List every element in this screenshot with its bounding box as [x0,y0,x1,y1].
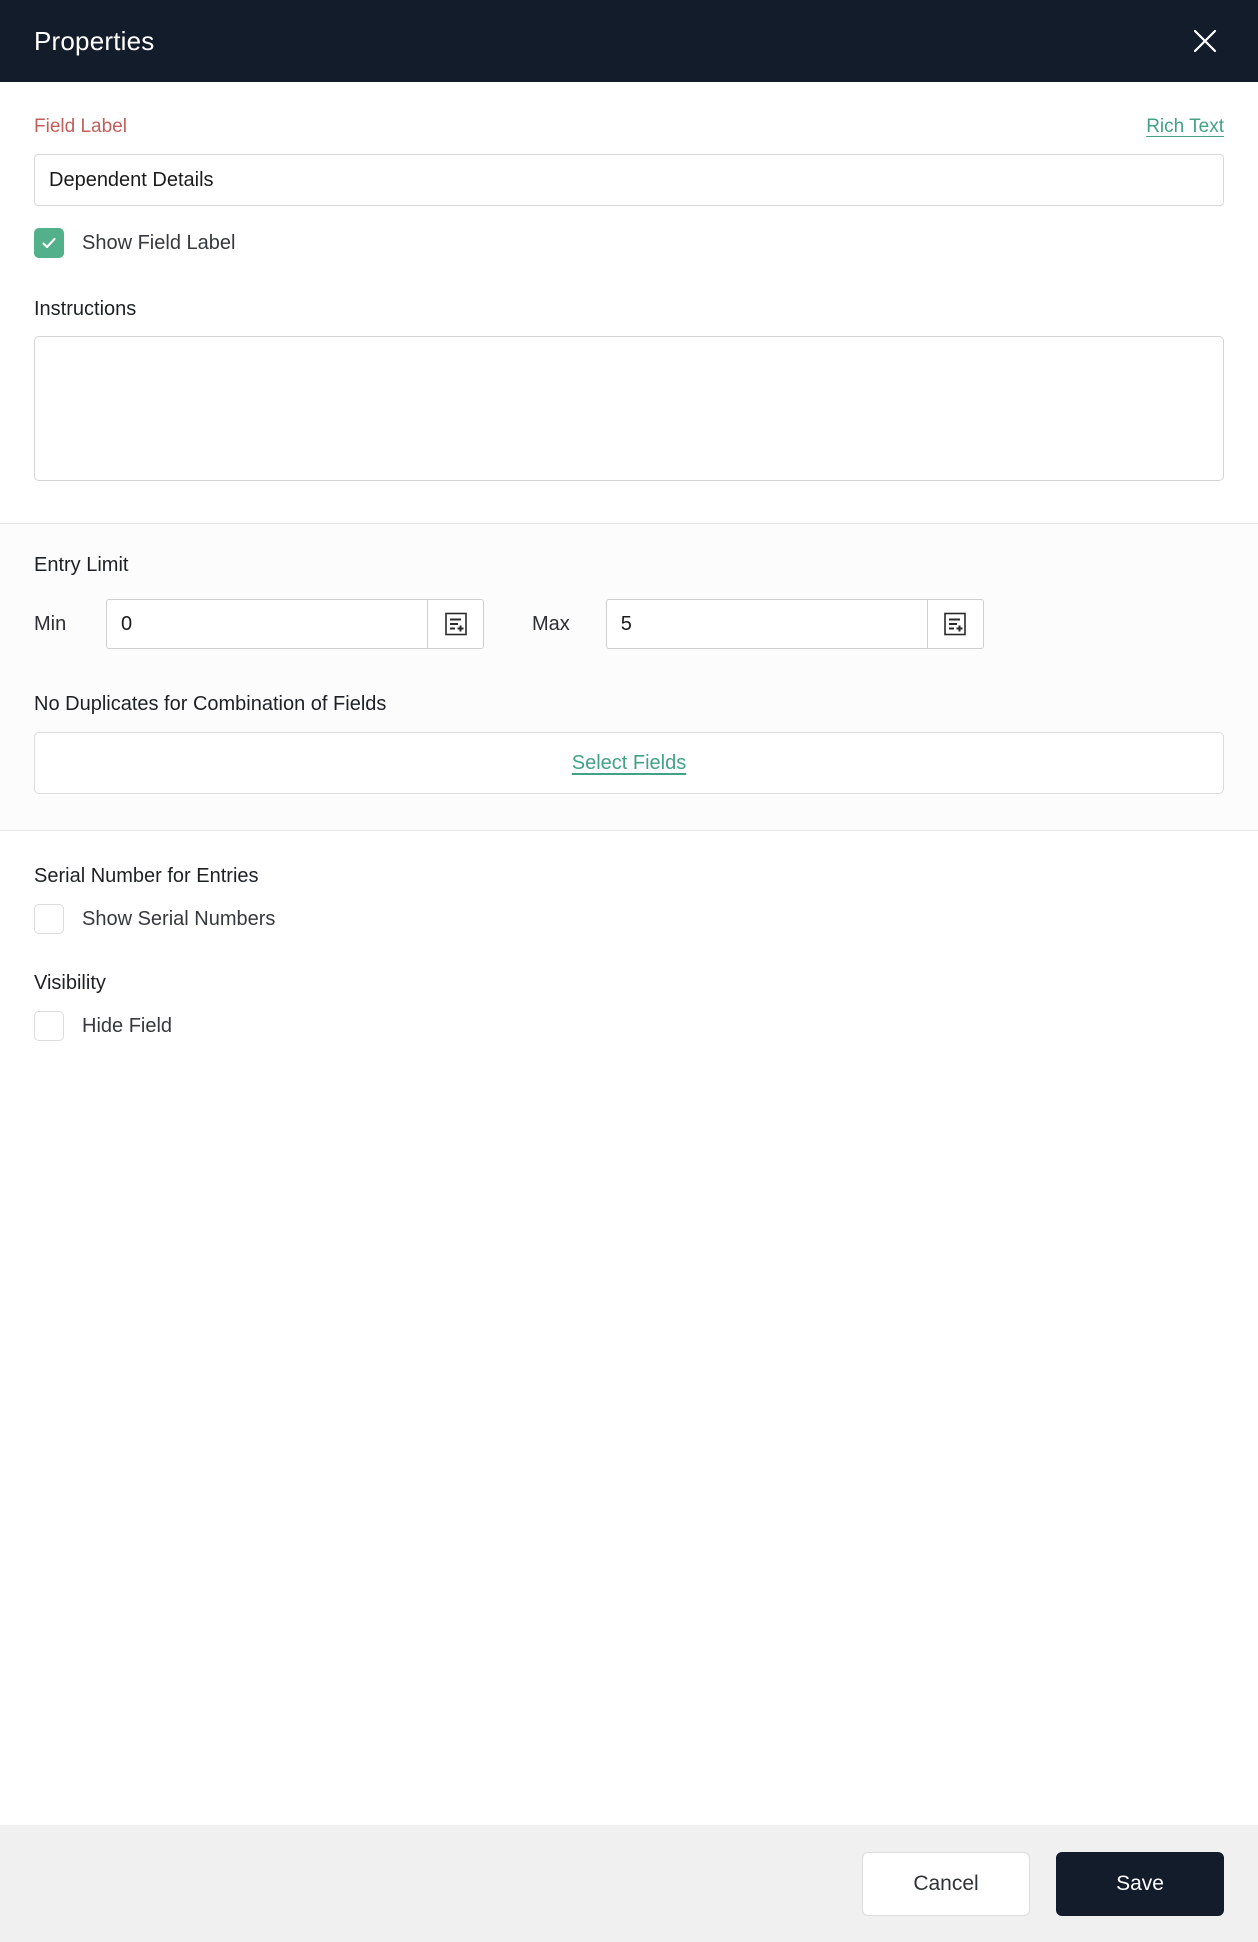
show-serial-numbers-text: Show Serial Numbers [82,907,276,930]
instructions-heading: Instructions [34,298,137,320]
hide-field-checkbox[interactable] [34,1011,64,1041]
panel-body: Field Label Rich Text Show Field Label I… [0,82,1258,1825]
body-spacer [0,1041,1258,1825]
form-insert-icon [444,612,467,636]
form-insert-icon [944,612,967,636]
field-label-caption: Field Label [34,116,127,137]
max-input[interactable] [606,600,927,648]
field-label-section: Field Label Rich Text Show Field Label I… [0,82,1258,523]
show-serial-numbers-checkbox[interactable] [34,904,64,934]
close-icon [1192,28,1218,54]
hide-field-text: Hide Field [82,1014,173,1037]
select-fields-link[interactable]: Select Fields [572,752,687,775]
entry-limit-row: Min 0 Max 5 [34,599,1224,649]
close-button[interactable] [1182,18,1228,64]
no-duplicates-heading: No Duplicates for Combination of Fields [34,693,387,715]
serial-number-heading: Serial Number for Entries [34,865,259,887]
serial-visibility-section: Serial Number for Entries Show Serial Nu… [0,831,1258,1041]
properties-panel: Properties Field Label Rich Text Depende… [0,0,1258,1942]
min-input[interactable] [107,600,427,648]
save-button[interactable]: Save [1056,1851,1224,1916]
field-label-input[interactable] [34,154,1224,206]
page-title: Properties [34,25,155,56]
visibility-heading: Visibility [34,972,106,994]
max-form-insert-button[interactable] [926,600,983,648]
entry-limit-heading: Entry Limit [34,554,129,576]
panel-footer: Cancel Save [0,1825,1258,1942]
show-field-label-text: Show Field Label [82,231,236,254]
max-stepper[interactable] [605,599,984,649]
show-field-label-row[interactable]: Show Field Label [34,228,1224,258]
no-duplicates-block: No Duplicates for Combination of Fields … [34,693,1224,794]
visibility-block: Visibility Hide Field [34,972,1224,1041]
instructions-block: Instructions [34,298,1224,481]
max-label: Max [532,612,570,635]
entry-limit-section: Entry Limit Min 0 Max 5 No Duplicates fo… [0,523,1258,831]
min-stepper[interactable] [106,599,484,649]
check-icon [40,234,58,252]
min-form-insert-button[interactable] [427,600,483,648]
cancel-button[interactable]: Cancel [862,1851,1030,1916]
select-fields-box[interactable]: Select Fields [34,732,1224,794]
show-field-label-checkbox[interactable] [34,228,64,258]
field-label-header-row: Field Label Rich Text [34,82,1224,138]
hide-field-row[interactable]: Hide Field [34,1011,1224,1041]
rich-text-link[interactable]: Rich Text [1146,116,1224,138]
serial-number-block: Serial Number for Entries Show Serial Nu… [34,865,1224,934]
min-label: Min [34,612,67,635]
instructions-textarea[interactable] [34,336,1224,481]
panel-header: Properties [0,0,1258,82]
show-serial-numbers-row[interactable]: Show Serial Numbers [34,904,1224,934]
